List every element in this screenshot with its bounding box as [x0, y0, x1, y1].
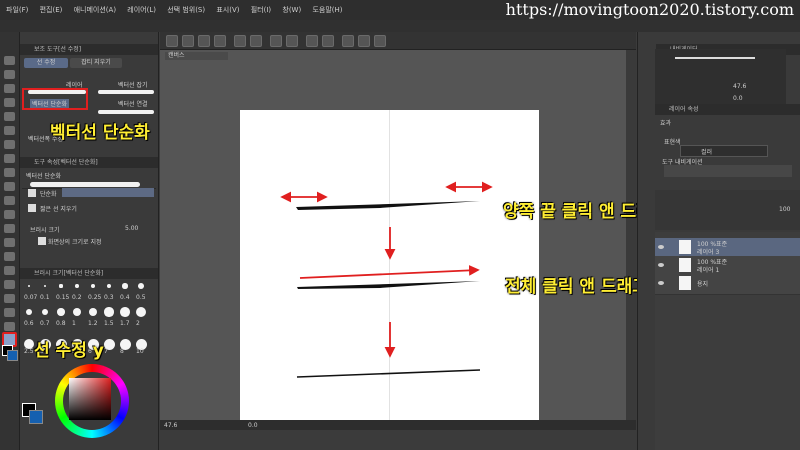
vector-stroke-3	[296, 369, 481, 378]
vector-stroke-1	[296, 201, 480, 210]
annotation-line-fix: 선 수정 y	[34, 341, 104, 361]
eye-icon[interactable]	[658, 281, 664, 285]
drag-whole-arrow	[299, 265, 480, 279]
layer-name: 레이어 3	[697, 249, 720, 256]
expression-label: 표현색	[664, 139, 681, 146]
layer-name: 레이어 1	[697, 267, 720, 274]
navigator-thumb	[675, 57, 755, 59]
layer-thumbnail	[679, 240, 691, 254]
annotation-whole: 전체 클릭 앤 드래그	[505, 277, 648, 297]
layer-list: 100 %표준 레이어 3 100 %표준 레이어 1 용지	[655, 232, 800, 450]
layer-property-header: 레이어 속성	[655, 104, 800, 115]
layer-row[interactable]: 용지	[655, 274, 800, 295]
navigator-preview[interactable]: 47.6 0.0	[655, 49, 786, 106]
expression-select[interactable]: 컬러	[680, 145, 768, 157]
annotation-vector-simplify: 벡터선 단순화	[50, 123, 150, 143]
navigator-zoom[interactable]: 47.6	[733, 83, 746, 90]
layer-toolbar: 100	[655, 190, 800, 230]
eye-icon[interactable]	[658, 245, 664, 249]
navigator-rotation[interactable]: 0.0	[733, 95, 743, 102]
expression-value: 컬러	[701, 149, 713, 156]
layer-thumbnail	[679, 258, 691, 272]
tool-nav-buttons[interactable]	[664, 165, 792, 177]
layer-opacity[interactable]: 100	[779, 206, 790, 213]
layer-thumbnail	[679, 276, 691, 290]
effect-label: 효과	[660, 120, 672, 127]
vector-stroke-2	[297, 281, 480, 289]
layer-name: 용지	[697, 281, 709, 288]
eye-icon[interactable]	[658, 263, 664, 267]
